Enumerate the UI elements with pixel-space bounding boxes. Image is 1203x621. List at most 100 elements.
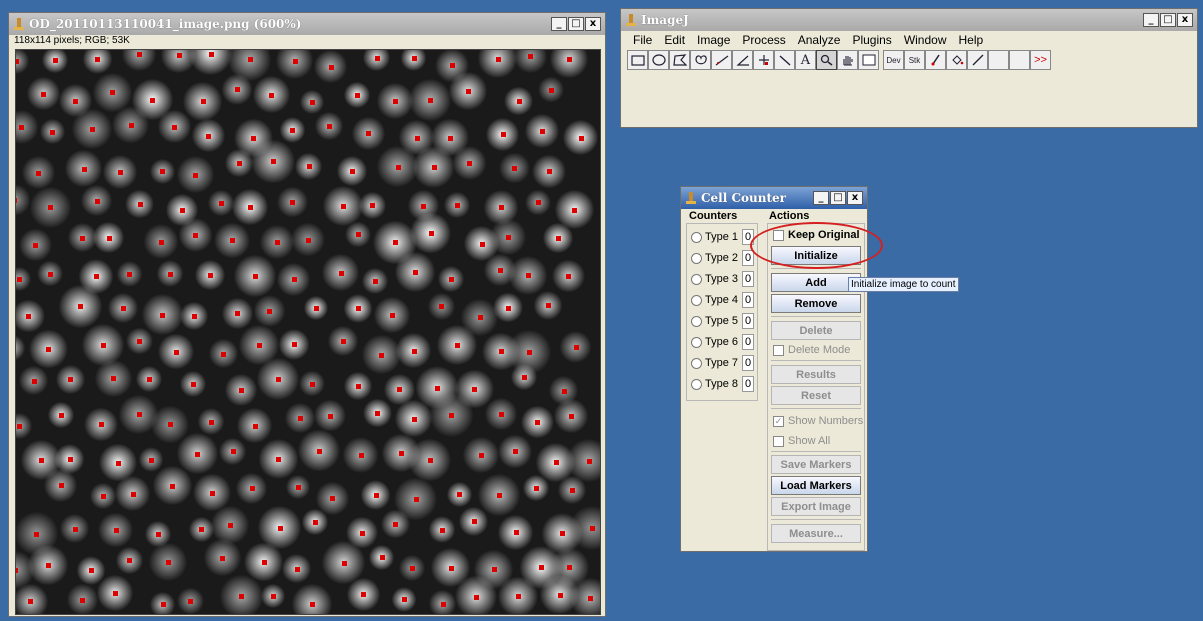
image-canvas[interactable] (15, 49, 601, 615)
text-tool-icon[interactable]: A (795, 50, 816, 70)
radio-button[interactable] (691, 231, 702, 243)
results-button[interactable]: Results (771, 365, 861, 384)
radio-button[interactable] (691, 336, 702, 348)
cell-marker (567, 565, 573, 571)
minimize-button[interactable]: _ (1143, 13, 1159, 27)
cell-marker (159, 239, 165, 245)
load-markers-button[interactable]: Load Markers (771, 476, 861, 495)
counter-row-type-8[interactable]: Type 80 (691, 375, 755, 393)
menu-process[interactable]: Process (736, 33, 791, 47)
angle-tool-icon[interactable] (732, 50, 753, 70)
brush-tool-icon[interactable] (925, 50, 946, 70)
cell-marker (47, 271, 53, 277)
cell-marker (270, 593, 276, 599)
oval-tool-icon[interactable] (648, 50, 669, 70)
cell-marker (561, 388, 567, 394)
menu-file[interactable]: File (627, 33, 658, 47)
reset-button[interactable]: Reset (771, 386, 861, 405)
polygon-tool-icon[interactable] (669, 50, 690, 70)
cell-marker (588, 596, 594, 602)
delete-button[interactable]: Delete (771, 321, 861, 340)
counter-row-type-3[interactable]: Type 30 (691, 270, 755, 288)
cell-marker (101, 493, 107, 499)
delete-mode-checkbox[interactable]: Delete Mode (773, 342, 850, 358)
menu-analyze[interactable]: Analyze (792, 33, 847, 47)
pencil-tool-icon[interactable] (967, 50, 988, 70)
cell-marker (427, 457, 433, 463)
separator (771, 360, 861, 361)
measure-button[interactable]: Measure... (771, 524, 861, 543)
checkmark-icon[interactable]: ✓ (773, 415, 784, 427)
export-image-button[interactable]: Export Image (771, 497, 861, 516)
show-numbers-checkbox[interactable]: ✓ Show Numbers (773, 413, 863, 429)
menu-help[interactable]: Help (953, 33, 990, 47)
maximize-button[interactable]: □ (568, 17, 584, 31)
counter-row-type-4[interactable]: Type 40 (691, 291, 755, 309)
magnifier-tool-icon[interactable] (816, 50, 837, 70)
imagej-main-window[interactable]: ImageJ _ □ x File Edit Image Process Ana… (620, 8, 1198, 128)
counter-row-type-6[interactable]: Type 60 (691, 333, 755, 351)
stack-menu-icon[interactable]: Stk (904, 50, 925, 70)
cell-marker (411, 55, 417, 61)
cell-marker (80, 235, 86, 241)
hand-tool-icon[interactable] (837, 50, 858, 70)
color-picker-icon[interactable] (858, 50, 879, 70)
cell-marker (137, 339, 143, 345)
counter-label: Type 7 (705, 357, 739, 369)
close-button[interactable]: x (585, 17, 601, 31)
cell-marker (170, 483, 176, 489)
counter-row-type-7[interactable]: Type 70 (691, 354, 755, 372)
cell-marker (499, 349, 505, 355)
counter-row-type-1[interactable]: Type 10 (691, 228, 755, 246)
cell-marker (310, 602, 316, 608)
rectangle-tool-icon[interactable] (627, 50, 648, 70)
minimize-button[interactable]: _ (813, 191, 829, 205)
save-markers-button[interactable]: Save Markers (771, 455, 861, 474)
close-button[interactable]: x (847, 191, 863, 205)
radio-button[interactable] (691, 315, 702, 327)
radio-button[interactable] (691, 378, 702, 390)
counter-row-type-2[interactable]: Type 20 (691, 249, 755, 267)
cell-marker (209, 419, 215, 425)
close-button[interactable]: x (1177, 13, 1193, 27)
developer-menu-icon[interactable]: Dev (883, 50, 904, 70)
maximize-button[interactable]: □ (1160, 13, 1176, 27)
radio-button[interactable] (691, 294, 702, 306)
show-all-checkbox[interactable]: Show All (773, 433, 830, 449)
remove-button[interactable]: Remove (771, 294, 861, 313)
cell-marker (275, 240, 281, 246)
imagej-titlebar[interactable]: ImageJ _ □ x (621, 9, 1197, 31)
radio-button[interactable] (691, 273, 702, 285)
menu-edit[interactable]: Edit (658, 33, 691, 47)
wand-tool-icon[interactable] (774, 50, 795, 70)
maximize-button[interactable]: □ (830, 191, 846, 205)
image-window-titlebar[interactable]: OD_20110113110041_image.png (600%) _ □ x (9, 13, 605, 35)
menu-image[interactable]: Image (691, 33, 736, 47)
counter-value: 0 (742, 334, 755, 350)
menu-window[interactable]: Window (898, 33, 953, 47)
freehand-tool-icon[interactable] (690, 50, 711, 70)
cell-marker (361, 592, 367, 598)
cell-marker (449, 63, 455, 69)
flood-fill-icon[interactable] (946, 50, 967, 70)
cell-counter-titlebar[interactable]: Cell Counter _ □ x (681, 187, 867, 209)
checkbox-box[interactable] (773, 435, 784, 447)
radio-button[interactable] (691, 357, 702, 369)
cell-blob (478, 50, 518, 79)
cell-marker (207, 272, 213, 278)
line-tool-icon[interactable] (711, 50, 732, 70)
minimize-button[interactable]: _ (551, 17, 567, 31)
counter-row-type-5[interactable]: Type 50 (691, 312, 755, 330)
cell-blob (292, 584, 333, 614)
cell-marker (234, 87, 240, 93)
radio-button[interactable] (691, 252, 702, 264)
image-window[interactable]: OD_20110113110041_image.png (600%) _ □ x… (8, 12, 606, 617)
cell-marker (431, 164, 437, 170)
cell-blob (513, 50, 547, 73)
cell-marker (435, 385, 441, 391)
checkbox-box[interactable] (773, 344, 784, 356)
more-tools-icon[interactable]: >> (1030, 50, 1051, 70)
cell-marker (472, 387, 478, 393)
menu-plugins[interactable]: Plugins (846, 33, 897, 47)
point-tool-icon[interactable] (753, 50, 774, 70)
